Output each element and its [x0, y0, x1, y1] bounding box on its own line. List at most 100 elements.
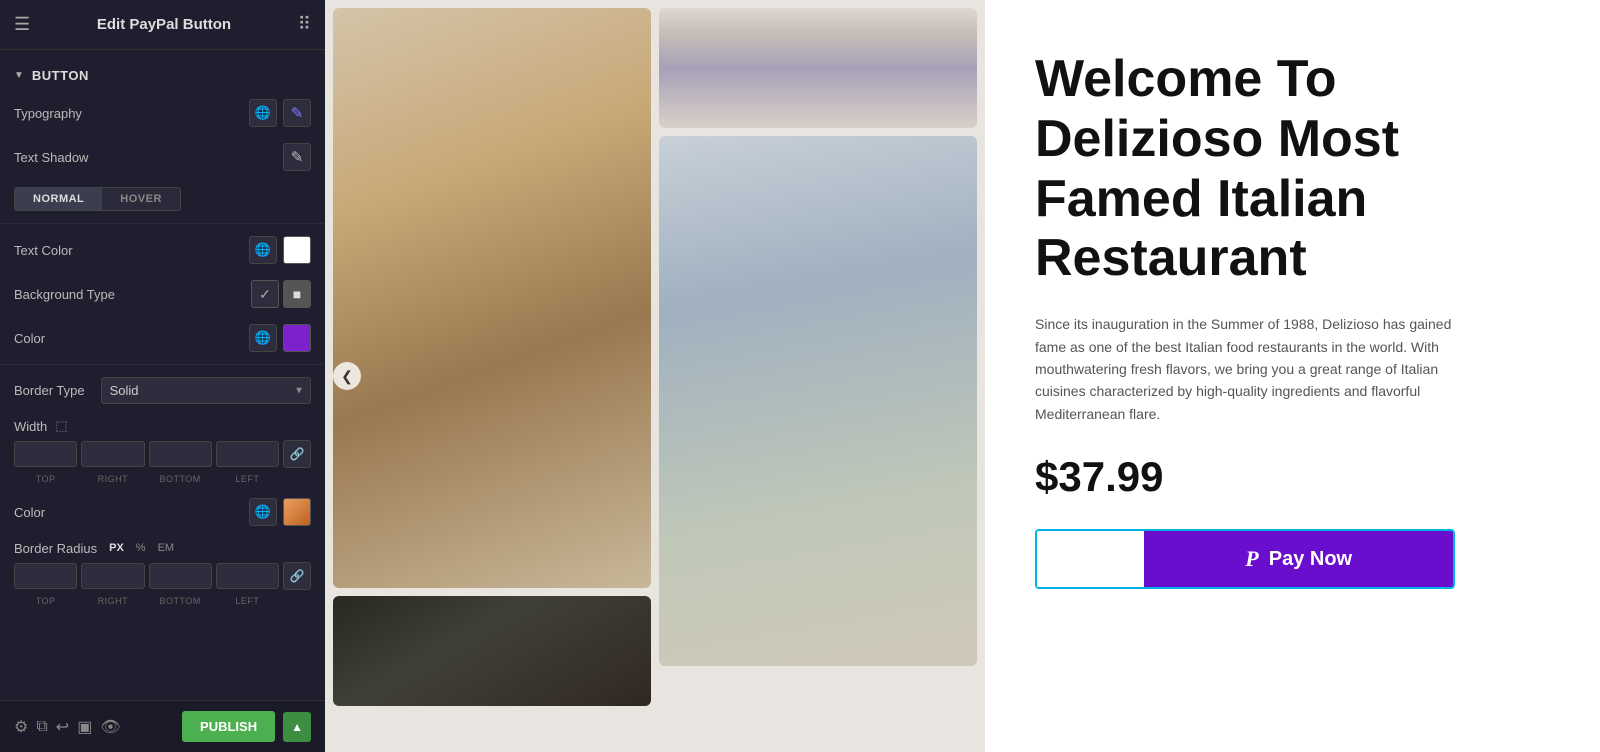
- border-type-label: Border Type: [14, 383, 85, 398]
- background-type-controls: ✓ ■: [251, 280, 311, 308]
- border-radius-section: Border Radius PX % EM 🔗 TOP RIGHT BOTTOM…: [0, 534, 325, 612]
- radius-left-label: LEFT: [216, 596, 279, 606]
- border-color-row: Color 🌐: [0, 490, 325, 534]
- border-type-controls: Solid None Double Dotted Dashed ▼: [101, 377, 311, 404]
- undo-icon[interactable]: ↩: [56, 717, 69, 737]
- left-panel: ☰ Edit PayPal Button ⠿ ▼ Button Typograp…: [0, 0, 325, 752]
- product-description: Since its inauguration in the Summer of …: [1035, 313, 1455, 425]
- radius-top-input[interactable]: [14, 563, 77, 589]
- main-content: ❮ Welcome To Delizioso Most Famed Italia…: [325, 0, 1600, 752]
- unit-em-tab[interactable]: EM: [154, 540, 179, 556]
- width-input-labels: TOP RIGHT BOTTOM LEFT: [14, 474, 311, 484]
- paypal-button-container: P Pay Now: [1035, 529, 1455, 589]
- border-radius-label: Border Radius: [14, 541, 97, 556]
- typography-label: Typography: [14, 106, 82, 121]
- responsive-icon[interactable]: ▣: [77, 717, 92, 737]
- radius-left-input[interactable]: [216, 563, 279, 589]
- button-section-header[interactable]: ▼ Button: [0, 60, 325, 91]
- typography-edit-btn[interactable]: ✎: [283, 99, 311, 127]
- grid-icon[interactable]: ⠿: [298, 14, 311, 35]
- label-spacer: [283, 474, 311, 484]
- unit-pct-tab[interactable]: %: [132, 540, 150, 556]
- normal-hover-row: NORMAL HOVER: [0, 179, 325, 219]
- width-left-input[interactable]: [216, 441, 279, 467]
- right-label: RIGHT: [81, 474, 144, 484]
- button-section-label: Button: [32, 68, 89, 83]
- normal-hover-toggle: NORMAL HOVER: [14, 187, 181, 211]
- radius-input-labels: TOP RIGHT BOTTOM LEFT: [14, 596, 311, 606]
- radius-right-input[interactable]: [81, 563, 144, 589]
- gallery-image-1: [333, 8, 651, 588]
- paypal-logo-icon: P: [1245, 546, 1258, 572]
- radius-bottom-label: BOTTOM: [149, 596, 212, 606]
- width-bottom-input[interactable]: [149, 441, 212, 467]
- gallery-image-2: [659, 8, 977, 128]
- radius-link-btn[interactable]: 🔗: [283, 562, 311, 590]
- gallery-col-left: [333, 8, 651, 744]
- width-header: Width ⬚: [14, 418, 311, 434]
- text-shadow-row: Text Shadow ✎: [0, 135, 325, 179]
- left-label: LEFT: [216, 474, 279, 484]
- gallery-section: ❮: [325, 0, 985, 752]
- typography-controls: 🌐 ✎: [249, 99, 311, 127]
- width-link-btn[interactable]: 🔗: [283, 440, 311, 468]
- radius-top-label: TOP: [14, 596, 77, 606]
- gallery-col-right: [659, 8, 977, 744]
- unit-px-tab[interactable]: PX: [105, 540, 128, 556]
- layers-icon[interactable]: ⧉: [36, 718, 47, 736]
- border-color-swatch[interactable]: [283, 498, 311, 526]
- panel-footer: ⚙ ⧉ ↩ ▣ 👁 PUBLISH ▲: [0, 700, 325, 752]
- text-color-row: Text Color 🌐: [0, 228, 325, 272]
- border-type-select[interactable]: Solid None Double Dotted Dashed: [101, 377, 311, 404]
- border-color-controls: 🌐: [249, 498, 311, 526]
- text-shadow-controls: ✎: [283, 143, 311, 171]
- text-color-swatch[interactable]: [283, 236, 311, 264]
- panel-title: Edit PayPal Button: [97, 16, 231, 33]
- hover-toggle-btn[interactable]: HOVER: [102, 188, 180, 210]
- top-label: TOP: [14, 474, 77, 484]
- border-color-label: Color: [14, 505, 45, 520]
- publish-arrow-btn[interactable]: ▲: [283, 712, 311, 742]
- settings-icon[interactable]: ⚙: [14, 717, 28, 737]
- text-color-label: Text Color: [14, 243, 73, 258]
- radius-right-label: RIGHT: [81, 596, 144, 606]
- panel-content: ▼ Button Typography 🌐 ✎ Text Shadow ✎ NO…: [0, 50, 325, 700]
- divider-2: [0, 364, 325, 365]
- width-top-input[interactable]: [14, 441, 77, 467]
- paypal-button-left: [1037, 531, 1144, 587]
- text-shadow-label: Text Shadow: [14, 150, 88, 165]
- bg-type-gradient-btn[interactable]: ■: [283, 280, 311, 308]
- width-right-input[interactable]: [81, 441, 144, 467]
- text-color-controls: 🌐: [249, 236, 311, 264]
- gallery-prev-btn[interactable]: ❮: [333, 362, 361, 390]
- unit-tabs: PX % EM: [105, 540, 178, 556]
- border-radius-header: Border Radius PX % EM: [14, 540, 311, 556]
- color-swatch[interactable]: [283, 324, 311, 352]
- chevron-down-icon: ▼: [14, 70, 24, 81]
- eye-icon[interactable]: 👁: [100, 717, 120, 737]
- width-inputs: 🔗: [14, 440, 311, 468]
- background-type-label: Background Type: [14, 287, 115, 302]
- color-label: Color: [14, 331, 45, 346]
- monitor-icon: ⬚: [55, 418, 67, 434]
- product-section: Welcome To Delizioso Most Famed Italian …: [985, 0, 1600, 752]
- gallery-image-3: [659, 136, 977, 666]
- paypal-btn-label: Pay Now: [1269, 548, 1352, 571]
- text-color-globe-btn[interactable]: 🌐: [249, 236, 277, 264]
- typography-globe-btn[interactable]: 🌐: [249, 99, 277, 127]
- bg-type-solid-btn[interactable]: ✓: [251, 280, 279, 308]
- hamburger-icon[interactable]: ☰: [14, 14, 30, 35]
- publish-button[interactable]: PUBLISH: [182, 711, 275, 742]
- divider-1: [0, 223, 325, 224]
- radius-bottom-input[interactable]: [149, 563, 212, 589]
- normal-toggle-btn[interactable]: NORMAL: [15, 188, 102, 210]
- text-shadow-edit-btn[interactable]: ✎: [283, 143, 311, 171]
- product-price: $37.99: [1035, 453, 1560, 501]
- color-globe-btn[interactable]: 🌐: [249, 324, 277, 352]
- width-section: Width ⬚ 🔗 TOP RIGHT BOTTOM LEFT: [0, 412, 325, 490]
- paypal-pay-button[interactable]: P Pay Now: [1144, 531, 1453, 587]
- border-radius-inputs: 🔗: [14, 562, 311, 590]
- typography-row: Typography 🌐 ✎: [0, 91, 325, 135]
- radius-label-spacer: [283, 596, 311, 606]
- border-color-globe-btn[interactable]: 🌐: [249, 498, 277, 526]
